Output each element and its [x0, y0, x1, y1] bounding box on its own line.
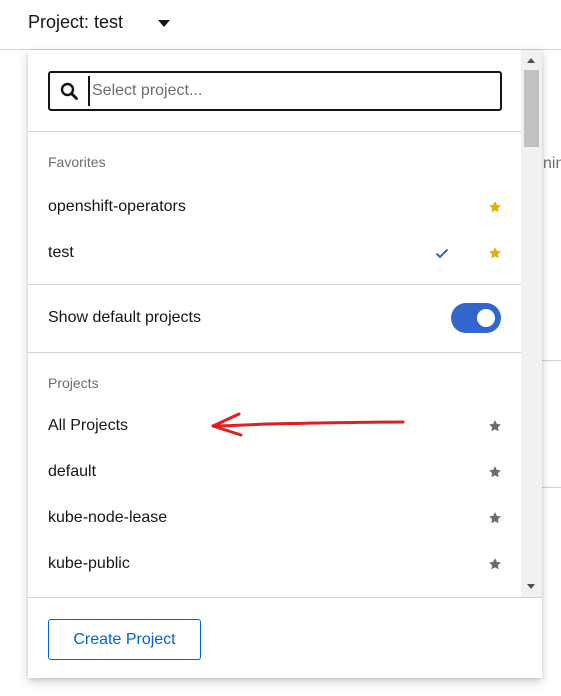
project-item-label: kube-public: [48, 555, 130, 572]
star-icon[interactable]: [488, 465, 502, 479]
star-icon[interactable]: [488, 511, 502, 525]
scrollbar-thumb[interactable]: [524, 70, 539, 147]
star-icon[interactable]: [488, 419, 502, 433]
background-divider: [541, 360, 561, 361]
project-selector-toggle[interactable]: Project: test: [28, 12, 123, 33]
menu-scrollbar[interactable]: [521, 50, 542, 597]
show-default-projects-label: Show default projects: [48, 309, 201, 326]
project-item-label: default: [48, 463, 97, 480]
check-icon: [435, 248, 449, 259]
star-icon[interactable]: [488, 557, 502, 571]
project-item-default[interactable]: default: [28, 449, 522, 495]
caret-down-icon[interactable]: [158, 20, 170, 27]
search-icon: [59, 81, 79, 101]
star-icon[interactable]: [488, 246, 502, 260]
project-dropdown-menu: Favorites openshift-operators test Show …: [28, 50, 542, 678]
background-divider: [541, 487, 561, 488]
masthead: Project: test: [0, 0, 561, 50]
project-item-kube-public[interactable]: kube-public: [28, 541, 522, 587]
favorites-group: Favorites openshift-operators test: [28, 132, 542, 285]
star-icon[interactable]: [488, 200, 502, 214]
scroll-down-arrow-icon[interactable]: [527, 584, 535, 589]
projects-group-title: Projects: [48, 375, 99, 391]
create-project-button[interactable]: Create Project: [48, 619, 201, 660]
project-item-kube-node-lease[interactable]: kube-node-lease: [28, 495, 522, 541]
favorites-group-title: Favorites: [48, 154, 106, 170]
projects-group: Projects All Projects default kube-node-…: [28, 353, 542, 597]
search-input[interactable]: [88, 76, 488, 106]
search-box[interactable]: [48, 71, 502, 111]
favorite-item-label: openshift-operators: [48, 198, 186, 215]
switch-knob: [477, 309, 495, 327]
favorite-item-test[interactable]: test: [28, 230, 522, 276]
project-item-label: kube-node-lease: [48, 509, 168, 526]
background-text-fragment: nin: [543, 155, 561, 172]
project-menu-scroll-area[interactable]: Favorites openshift-operators test Show …: [28, 50, 542, 597]
search-section: [28, 50, 542, 132]
show-default-projects-switch[interactable]: [451, 303, 501, 333]
scroll-up-arrow-icon[interactable]: [527, 58, 535, 63]
menu-footer: Create Project: [28, 597, 542, 678]
favorite-item-openshift-operators[interactable]: openshift-operators: [28, 184, 522, 230]
show-default-projects-section: Show default projects: [28, 285, 542, 353]
project-selector-label: Project: test: [28, 12, 124, 32]
red-annotation-arrow-icon: [211, 412, 405, 437]
